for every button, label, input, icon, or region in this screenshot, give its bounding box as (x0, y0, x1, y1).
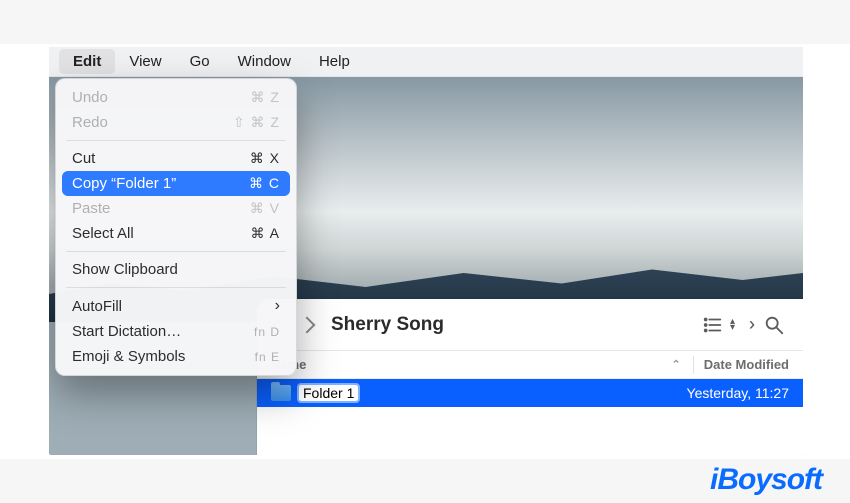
column-name[interactable]: Name (271, 357, 660, 372)
menu-separator (66, 287, 286, 288)
menu-item-select-all[interactable]: Select All⌘ A (56, 221, 296, 246)
menubar-item-view[interactable]: View (115, 49, 175, 74)
table-row[interactable]: Folder 1 Yesterday, 11:27 (257, 379, 803, 407)
brand-logo: iBoysoft (710, 463, 822, 497)
search-icon (763, 314, 785, 336)
menu-separator (66, 140, 286, 141)
menu-item-undo: Undo⌘ Z (56, 85, 296, 110)
column-date-modified[interactable]: Date Modified (704, 357, 789, 372)
list-icon (702, 314, 724, 336)
menubar-item-window[interactable]: Window (224, 49, 305, 74)
forward-button[interactable] (301, 319, 313, 331)
file-date: Yesterday, 11:27 (677, 385, 789, 401)
file-name-editor[interactable]: Folder 1 (299, 385, 358, 401)
menu-item-show-clipboard[interactable]: Show Clipboard (56, 257, 296, 282)
menu-item-cut[interactable]: Cut⌘ X (56, 146, 296, 171)
menu-item-start-dictation[interactable]: Start Dictation…fn D (56, 319, 296, 344)
finder-columns-header: Name ⌃ Date Modified (257, 351, 803, 379)
menu-item-paste: Paste⌘ V (56, 196, 296, 221)
view-mode-button[interactable]: ▴▾ (702, 314, 735, 336)
finder-toolbar: Sherry Song ▴▾ ›› (257, 299, 803, 351)
file-list: Folder 1 Yesterday, 11:27 (257, 379, 803, 407)
chevron-right-icon (299, 316, 316, 333)
menubar: Edit View Go Window Help (49, 47, 803, 77)
screenshot-stage: Edit View Go Window Help Sherry Song ▴▾ … (0, 0, 850, 503)
menu-item-emoji-symbols[interactable]: Emoji & Symbolsfn E (56, 344, 296, 369)
menubar-item-help[interactable]: Help (305, 49, 364, 74)
menu-item-copy[interactable]: Copy “Folder 1”⌘ C (62, 171, 290, 196)
screenshot-frame: Edit View Go Window Help Sherry Song ▴▾ … (49, 47, 803, 455)
finder-window: Sherry Song ▴▾ ›› Name ⌃ Date Modified (257, 299, 803, 455)
menu-separator (66, 251, 286, 252)
folder-icon (271, 385, 291, 401)
search-button[interactable] (763, 314, 785, 336)
menubar-item-go[interactable]: Go (176, 49, 224, 74)
menubar-item-edit[interactable]: Edit (59, 49, 115, 74)
edit-menu: Undo⌘ Z Redo⇧ ⌘ Z Cut⌘ X Copy “Folder 1”… (55, 78, 297, 376)
menu-item-redo: Redo⇧ ⌘ Z (56, 110, 296, 135)
column-separator (693, 356, 694, 374)
finder-title: Sherry Song (331, 314, 444, 336)
sort-caret-icon: ⌃ (672, 358, 681, 371)
chevron-right-icon: › (275, 297, 280, 315)
updown-icon: ▴▾ (730, 319, 735, 331)
top-band (0, 0, 850, 44)
menu-item-autofill[interactable]: AutoFill› (56, 293, 296, 319)
